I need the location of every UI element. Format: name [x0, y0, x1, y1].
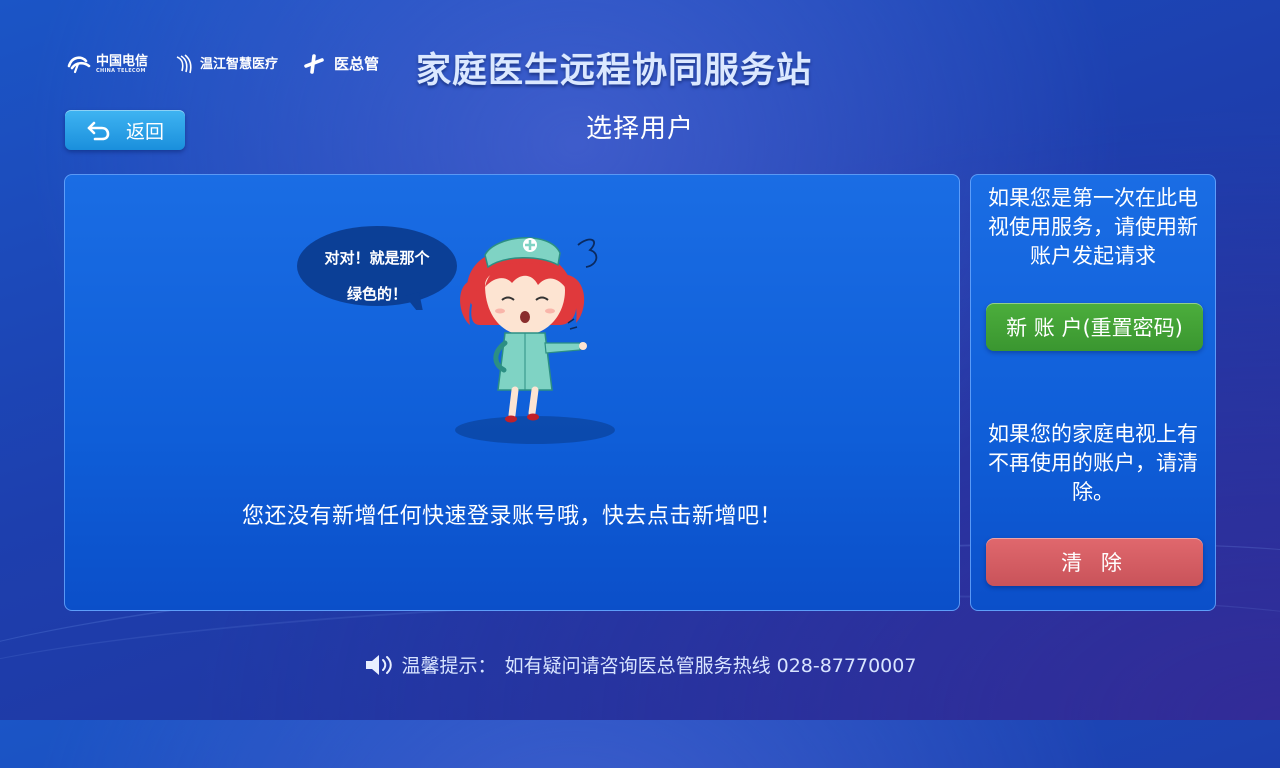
- medical-cross-icon: [304, 54, 324, 74]
- wenjiang-emblem-icon: [176, 54, 192, 74]
- speech-line-1: 对对！就是那个: [324, 249, 430, 267]
- speaker-icon: [365, 654, 392, 675]
- nurse-mascot-icon: [455, 237, 615, 444]
- wenjiang-logo: 温江智慧医疗: [174, 53, 278, 75]
- page-title: 选择用户: [585, 114, 694, 144]
- telecom-logo-text: 中国电信: [96, 53, 149, 69]
- header-logos: 中国电信 CHINA TELECOM 温江智慧医疗 医总管: [66, 53, 379, 75]
- new-account-hint: 如果您是第一次在此电视使用服务，请使用新账户发起请求: [988, 186, 1198, 268]
- wenjiang-logo-text: 温江智慧医疗: [200, 56, 279, 72]
- china-telecom-logo: 中国电信 CHINA TELECOM: [66, 54, 148, 74]
- telecom-logo-subtext: CHINA TELECOM: [96, 67, 146, 74]
- yizongguan-logo: 医总管: [304, 54, 379, 74]
- speech-bubble-text: 对对！就是那个 绿色的！: [297, 240, 457, 312]
- new-account-button[interactable]: 新 账 户(重置密码): [986, 303, 1203, 351]
- footer-tip-label: 温馨提示：: [401, 655, 497, 677]
- empty-accounts-message: 您还没有新增任何快速登录账号哦，快去点击新增吧！: [241, 504, 782, 529]
- clear-button[interactable]: 清 除: [986, 538, 1203, 586]
- speech-line-2: 绿色的！: [346, 285, 407, 303]
- footer-hotline-text: 如有疑问请咨询医总管服务热线 028-87770007: [504, 655, 917, 677]
- clear-accounts-hint: 如果您的家庭电视上有不再使用的账户，请清除。: [988, 422, 1198, 504]
- telecom-swirl-icon: [67, 56, 91, 74]
- footer-tip: 温馨提示： 如有疑问请咨询医总管服务热线 028-87770007: [0, 651, 1280, 678]
- app-title: 家庭医生远程协同服务站: [416, 51, 813, 91]
- yizongguan-logo-text: 医总管: [334, 54, 380, 73]
